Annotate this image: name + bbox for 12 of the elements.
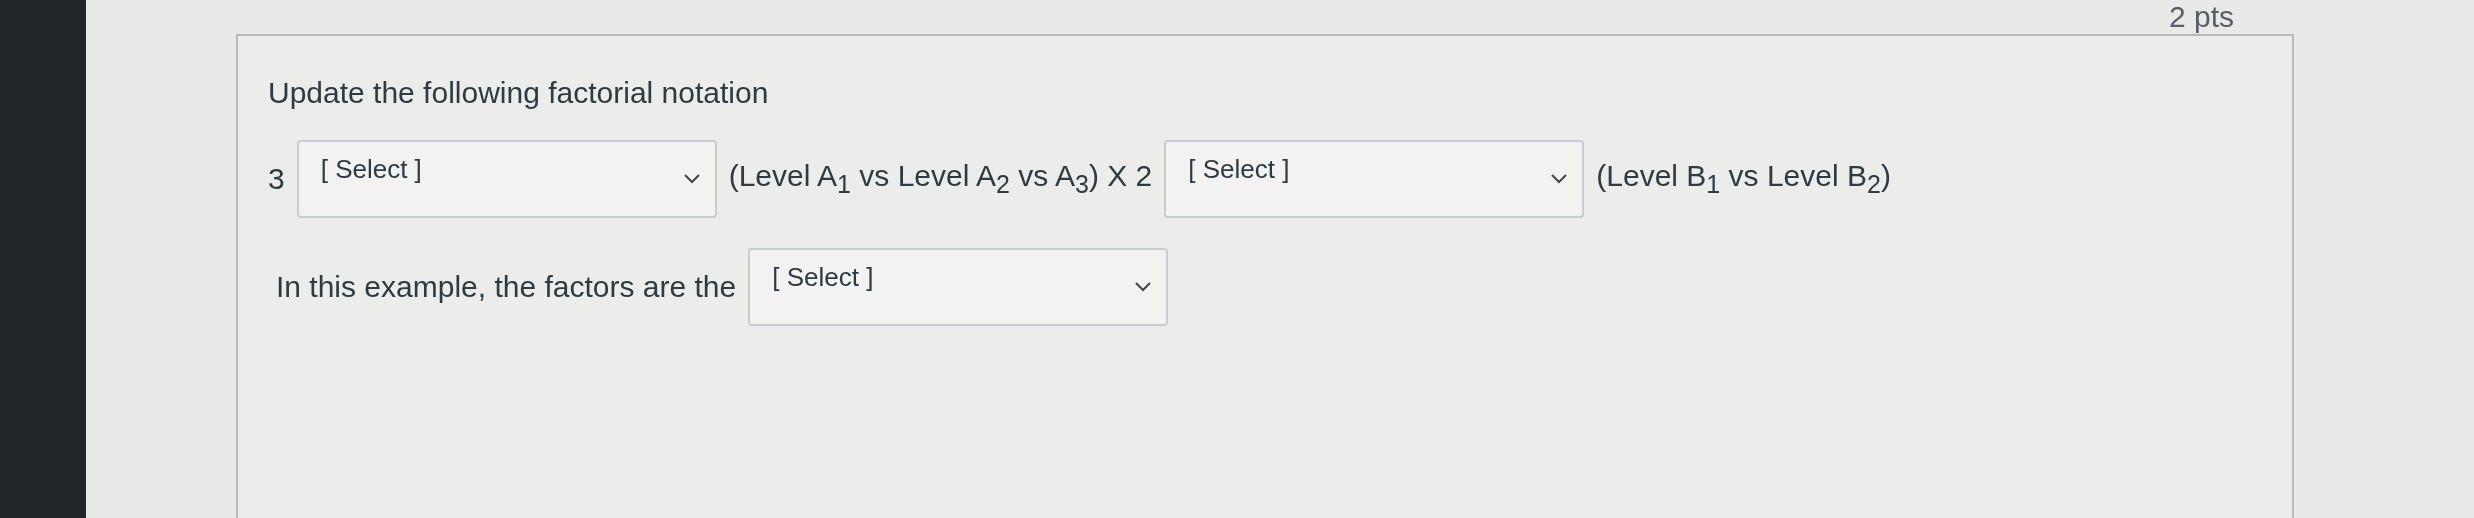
points-label: 2 pts (2168, 0, 2234, 34)
question-text: 3 (268, 162, 285, 196)
chevron-icon (1134, 281, 1153, 293)
question-text: (Level A$_{1}$ vs Level A$_{2}$ vs A$_{3}$) X 2 (728, 159, 1153, 199)
chevron-icon (682, 173, 701, 185)
answer-dropdown[interactable]: [ Select ] (296, 140, 717, 218)
answer-dropdown[interactable]: [ Select ] (748, 248, 1169, 326)
question-text: (Level B$_{1}$ vs Level B$_{2}$) (1596, 159, 1891, 199)
chevron-icon (1550, 173, 1569, 185)
question-prompt: Update the following factorial notation (268, 76, 770, 110)
answer-dropdown[interactable]: [ Select ] (1164, 140, 1585, 218)
question-text: In this example, the factors are the (276, 270, 737, 304)
